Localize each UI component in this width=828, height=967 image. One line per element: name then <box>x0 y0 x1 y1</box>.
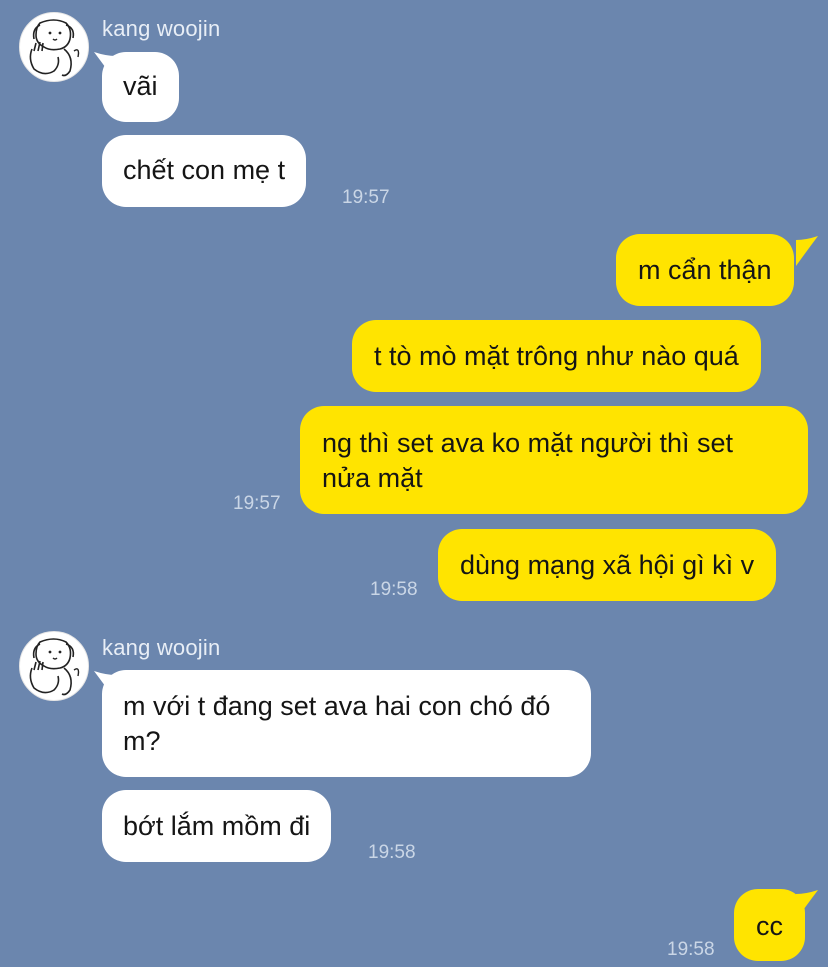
message-timestamp: 19:58 <box>370 579 418 600</box>
message-bubble[interactable]: vãi <box>102 52 179 122</box>
message-timestamp: 19:57 <box>342 187 390 208</box>
dog-avatar-icon <box>29 19 80 77</box>
message-timestamp: 19:57 <box>233 493 281 514</box>
message-bubble[interactable]: cc <box>734 889 805 961</box>
message-bubble[interactable]: chết con mẹ t <box>102 135 307 207</box>
contact-avatar[interactable] <box>19 631 89 701</box>
bubble-tail <box>796 236 818 266</box>
message-bubble[interactable]: ng thì set ava ko mặt người thì set nửa … <box>300 406 808 514</box>
message-timestamp: 19:58 <box>667 939 715 960</box>
message-bubble[interactable]: m với t đang set ava hai con chó đó m? <box>102 670 591 777</box>
message-bubble[interactable]: dùng mạng xã hội gì kì v <box>438 529 777 601</box>
message-bubble[interactable]: m cẩn thận <box>616 234 794 306</box>
message-timestamp: 19:58 <box>368 842 416 863</box>
contact-name: kang woojin <box>102 635 221 660</box>
message-bubble[interactable]: t tò mò mặt trông như nào quá <box>352 320 761 392</box>
contact-avatar[interactable] <box>19 12 89 82</box>
dog-avatar-icon <box>29 638 80 696</box>
message-bubble[interactable]: bớt lắm mồm đi <box>102 790 332 862</box>
contact-name: kang woojin <box>102 16 221 41</box>
